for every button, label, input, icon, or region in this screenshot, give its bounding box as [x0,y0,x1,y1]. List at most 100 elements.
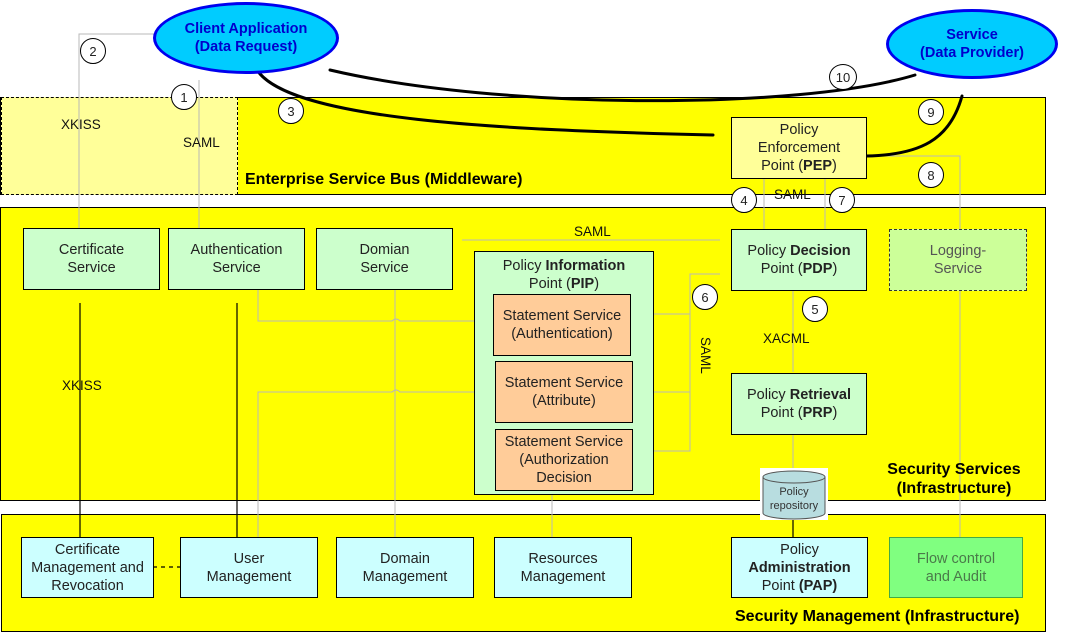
cert-mgmt-line2: Management and [31,559,144,576]
policy-administration-point[interactable]: Policy Administration Point (PAP) [731,537,868,598]
certificate-management[interactable]: Certificate Management and Revocation [21,537,154,598]
pip-acronym: PIP [570,276,595,292]
policy-enforcement-point[interactable]: Policy Enforcement Point (PEP) [731,117,867,179]
statement-authz-line3: Decision [536,470,592,486]
logging-service[interactable]: Logging- Service [889,229,1027,291]
statement-auth-line2: (Authentication) [511,326,613,342]
pap-line3-prefix: Point [761,577,799,594]
step-9: 9 [918,99,944,125]
flow-control-audit[interactable]: Flow control and Audit [889,537,1023,598]
cert-service-line2: Service [67,260,116,276]
saml-label-esb: SAML [183,135,220,150]
statement-service-authorization[interactable]: Statement Service (Authorization Decision [495,429,633,491]
client-line1: Client Application [184,21,308,37]
statement-service-authentication[interactable]: Statement Service (Authentication) [493,294,631,356]
pep-line1: Policy [779,122,819,138]
step-8: 8 [918,162,944,188]
statement-authz-line1: Statement Service [504,434,624,450]
xkiss-label-esb: XKISS [61,117,101,132]
user-mgmt-line1: User [233,550,265,567]
pdp-acronym: PDP [802,261,833,277]
resources-mgmt-line1: Resources [528,550,598,567]
logging-line2: Service [933,261,983,277]
resources-management[interactable]: Resources Management [494,537,632,598]
policy-decision-point[interactable]: Policy Decision Point (PDP) [731,229,867,291]
security-services-title: Security Services (Infrastructure) [880,460,1028,498]
statement-authz-line2: (Authorization [519,452,609,468]
service-provider-actor[interactable]: Service (Data Provider) [886,9,1058,79]
policy-repository[interactable]: Policy repository [760,468,828,520]
user-mgmt-line2: Management [206,568,292,585]
step-1: 1 [171,84,197,110]
step-3: 3 [278,98,304,124]
saml-label-top: SAML [574,224,611,239]
repository-line2: repository [769,500,819,512]
esb-title: Enterprise Service Bus (Middleware) [245,171,523,188]
domain-service-line1: Domian [359,242,410,258]
prp-line2-prefix: Point ( [760,405,803,421]
flow-line1: Flow control [916,550,996,567]
pap-acronym: (PAP) [798,577,838,594]
step-10: 10 [829,64,857,90]
logging-line1: Logging- [929,243,987,259]
user-management[interactable]: User Management [180,537,318,598]
pip-line2-suffix: ) [594,276,600,292]
xacml-label: XACML [763,331,810,346]
pep-acronym: PEP [803,158,833,174]
statement-attr-line2: (Attribute) [532,393,596,409]
connector-pep-logging [868,155,961,229]
flow-client-to-pep [255,68,715,137]
flow-service-to-pep [864,94,964,158]
security-services-title-line2: (Infrastructure) [896,480,1012,497]
pep-line3-suffix: ) [832,158,837,174]
pdp-line1-prefix: Policy [747,243,791,259]
service-line1: Service [946,27,998,43]
saml-label-vertical: SAML [698,337,713,374]
service-line2: (Data Provider) [920,45,1024,61]
pip-line1-bold: Information [545,258,626,274]
connector-user-statement [257,389,490,537]
client-line2: (Data Request) [194,39,298,55]
pep-line2: Enforcement [757,140,841,156]
resources-mgmt-line2: Management [520,568,606,585]
policy-retrieval-point[interactable]: Policy Retrieval Point (PRP) [731,373,867,435]
pdp-line2-prefix: Point ( [760,261,803,277]
security-services-title-line1: Security Services [887,461,1021,478]
step-6: 6 [692,284,718,310]
connector-auth-statement [257,290,490,322]
prp-line1-prefix: Policy [747,387,790,403]
auth-service-line1: Authentication [190,242,283,258]
step-7: 7 [829,187,855,213]
step-2: 2 [80,38,106,64]
repository-line1: Policy [779,486,809,498]
domain-service[interactable]: Domian Service [316,228,453,290]
client-application-actor[interactable]: Client Application (Data Request) [153,2,339,74]
saml-label-pep-pdp: SAML [774,187,811,202]
pdp-line1-bold: Decision [790,243,851,259]
cert-mgmt-line1: Certificate [54,541,121,558]
flow-client-to-service [328,68,917,103]
statement-attr-line1: Statement Service [504,375,624,391]
auth-service-line2: Service [212,260,261,276]
cert-mgmt-line3: Revocation [51,577,124,594]
certificate-service[interactable]: Certificate Service [23,228,160,290]
domain-service-line2: Service [360,260,409,276]
pdp-line2-suffix: ) [832,261,838,277]
prp-line2-suffix: ) [832,405,838,421]
pap-line1: Policy [780,541,819,558]
statement-service-attribute[interactable]: Statement Service (Attribute) [495,361,633,423]
domain-mgmt-line1: Domain [380,550,430,567]
domain-management[interactable]: Domain Management [336,537,474,598]
authentication-service[interactable]: Authentication Service [168,228,305,290]
pap-line2: Administration [748,559,851,576]
step-5: 5 [802,296,828,322]
cert-service-line1: Certificate [58,242,125,258]
pip-line1-prefix: Policy [502,258,546,274]
security-management-title: Security Management (Infrastructure) [735,608,1020,625]
step-4: 4 [731,187,757,213]
prp-acronym: PRP [802,405,833,421]
pip-line2-prefix: Point ( [528,276,571,292]
statement-auth-line1: Statement Service [502,308,622,324]
prp-line1-bold: Retrieval [789,387,851,403]
flow-line2: and Audit [925,568,987,585]
